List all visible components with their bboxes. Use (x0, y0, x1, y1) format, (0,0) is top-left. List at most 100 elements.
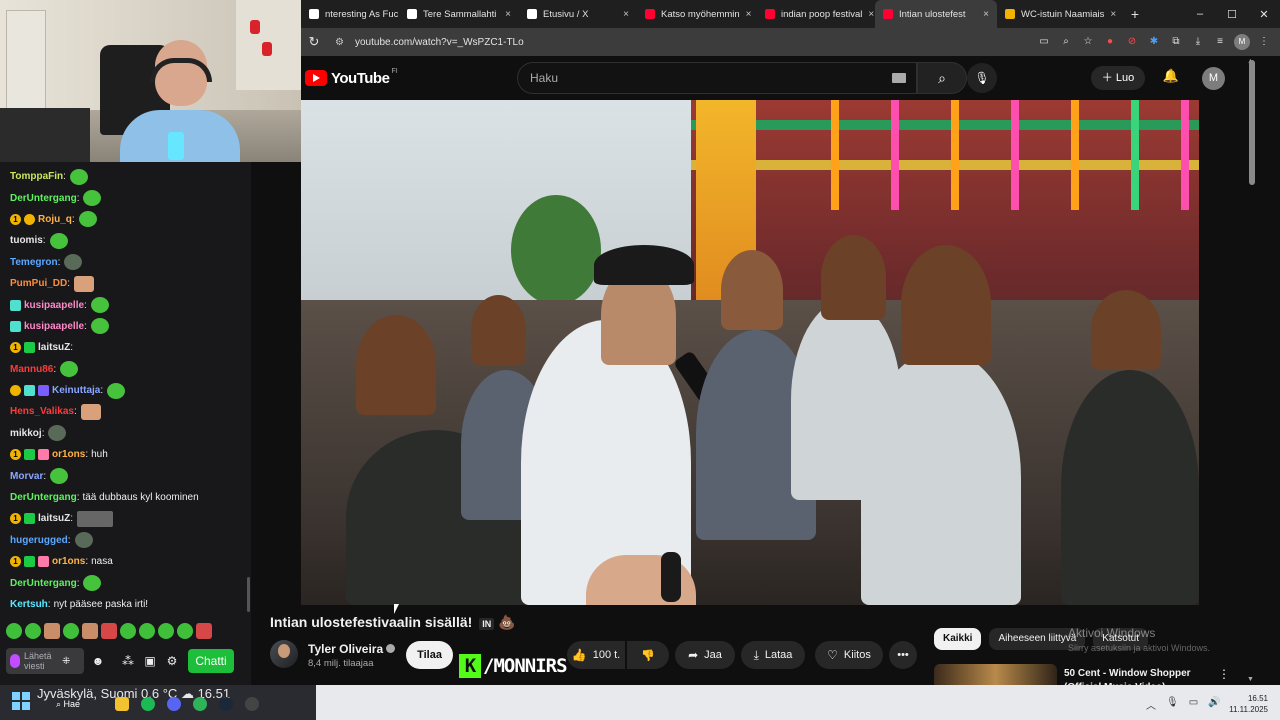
tab-close-icon[interactable]: × (1104, 9, 1116, 20)
chat-input[interactable]: Lähetä viesti ⁜ (6, 648, 84, 674)
chat-username[interactable]: kusipaapelle (24, 300, 84, 311)
chat-badge-icon[interactable] (24, 556, 35, 568)
site-info-icon[interactable]: ⚙ (335, 37, 347, 48)
like-button[interactable]: 👍 100 t. (567, 641, 625, 669)
media-icon[interactable]: ≡ (1212, 34, 1228, 50)
minimize-button[interactable]: – (1184, 8, 1216, 21)
spotify-icon[interactable] (141, 697, 155, 711)
chat-badge-icon[interactable]: 1 (10, 342, 21, 354)
gif-icon[interactable]: ⁜ (62, 656, 70, 667)
chat-username[interactable]: DerUntergang (10, 492, 77, 503)
chat-username[interactable]: Roju_q (38, 214, 72, 225)
chat-badge-icon[interactable] (24, 449, 35, 461)
share-button[interactable]: ➦ Jaa (675, 641, 735, 669)
chat-username[interactable]: DerUntergang (10, 578, 77, 589)
emote-icon[interactable] (44, 623, 60, 639)
browser-tab[interactable]: Tere Sammallahti × (399, 0, 519, 28)
chat-username[interactable]: Kertsuh (10, 599, 48, 610)
chat-username[interactable]: Keinuttaja (52, 385, 100, 396)
tray-chevron-icon[interactable]: ︿ (1146, 697, 1156, 712)
tray-mic-icon[interactable]: 🎙 (1166, 697, 1179, 712)
tab-close-icon[interactable]: × (977, 9, 989, 20)
video-player[interactable] (301, 100, 1199, 605)
reload-icon[interactable]: ↻ (301, 34, 327, 50)
browser-tab[interactable]: WC-istuin Naamiais × (997, 0, 1123, 28)
zoom-icon[interactable]: ⌕ (1058, 34, 1074, 50)
discord-icon[interactable] (167, 697, 181, 711)
menu-kebab-icon[interactable]: ⋮ (1256, 34, 1272, 50)
settings-gear-icon[interactable]: ⚙ (164, 653, 180, 669)
dislike-button[interactable]: 👎 (627, 641, 669, 669)
chat-badge-icon[interactable] (38, 556, 49, 568)
extensions-puzzle-icon[interactable]: ⧉ (1168, 34, 1184, 50)
emote-icon[interactable] (6, 623, 22, 639)
emote-icon[interactable] (177, 623, 193, 639)
chat-badge-icon[interactable] (38, 449, 49, 461)
chat-badge-icon[interactable] (10, 299, 21, 311)
channel-avatar[interactable] (270, 640, 298, 668)
notifications-bell-icon[interactable]: 🔔 (1161, 68, 1181, 88)
subscribe-button[interactable]: Tilaa (406, 641, 453, 669)
chat-badge-icon[interactable] (24, 513, 35, 525)
chat-badge-icon[interactable] (10, 385, 21, 397)
download-icon[interactable]: ⤓ (1190, 34, 1206, 50)
gift-icon[interactable]: ▣ (142, 653, 158, 669)
bookmark-star-icon[interactable]: ☆ (1080, 34, 1096, 50)
download-button[interactable]: ⤓ Lataa (741, 641, 805, 669)
search-button[interactable]: ⌕ (917, 62, 967, 94)
taskbar-search[interactable]: ⌕ Hae (56, 699, 80, 710)
tab-close-icon[interactable]: × (862, 9, 874, 20)
emote-icon[interactable] (25, 623, 41, 639)
chat-username[interactable]: hugerugged (10, 535, 68, 546)
bits-icon[interactable]: ⁂ (120, 653, 136, 669)
taskbar-clock[interactable]: 16.51 11.11.2025 (1228, 693, 1268, 715)
network-icon[interactable]: ▭ (1189, 697, 1198, 712)
windows-start-icon[interactable] (12, 692, 30, 710)
tab-close-icon[interactable]: × (617, 9, 629, 20)
chat-badge-icon[interactable]: 1 (10, 513, 21, 525)
page-scrollbar[interactable] (1249, 60, 1255, 185)
emote-icon[interactable] (139, 623, 155, 639)
browser-tab[interactable]: indian poop festival × (757, 0, 875, 28)
voice-search-button[interactable]: 🎙 (967, 63, 997, 93)
browser-tab[interactable]: Etusivu / X × (519, 0, 637, 28)
chat-scrollbar[interactable] (247, 577, 250, 612)
chat-username[interactable]: Temegron (10, 257, 58, 268)
chat-send-button[interactable]: Chatti (188, 649, 234, 673)
emote-icon[interactable] (101, 623, 117, 639)
chat-username[interactable]: DerUntergang (10, 193, 77, 204)
chat-username[interactable]: TomppaFin (10, 171, 63, 182)
recommendation-menu-icon[interactable]: ⋮ (1218, 667, 1230, 681)
chat-username[interactable]: laitsuZ (38, 513, 70, 524)
close-window-button[interactable]: ✕ (1248, 8, 1280, 21)
chat-username[interactable]: Mannu86 (10, 364, 53, 375)
emoji-icon[interactable]: ☻ (90, 653, 106, 669)
more-actions-button[interactable]: ••• (889, 641, 917, 669)
chat-badge-icon[interactable]: 1 (10, 556, 21, 568)
chat-username[interactable]: Hens_Valikas (10, 406, 74, 417)
chat-username[interactable]: PumPui_DD (10, 278, 67, 289)
chat-username[interactable]: or1ons (52, 556, 85, 567)
chat-username[interactable]: kusipaapelle (24, 321, 84, 332)
chat-badge-icon[interactable] (24, 213, 35, 225)
browser-tab[interactable]: Katso myöhemmin × (637, 0, 757, 28)
extension-translate-icon[interactable]: ✱ (1146, 34, 1162, 50)
tab-close-icon[interactable]: × (499, 9, 511, 20)
steam-icon[interactable] (219, 697, 233, 711)
chat-username[interactable]: or1ons (52, 449, 85, 460)
thanks-button[interactable]: ♡ Kiitos (815, 641, 883, 669)
youtube-logo[interactable]: YouTube FI (305, 68, 398, 87)
emote-icon[interactable] (196, 623, 212, 639)
obs-icon[interactable] (245, 697, 259, 711)
extension-red-icon[interactable]: ● (1102, 34, 1118, 50)
chat-username[interactable]: Morvar (10, 471, 43, 482)
filter-chip[interactable]: Kaikki (934, 628, 982, 650)
chat-badge-icon[interactable] (24, 385, 35, 397)
emote-icon[interactable] (120, 623, 136, 639)
browser-tab[interactable]: Intian ulostefest × (875, 0, 997, 28)
chat-badge-icon[interactable] (10, 320, 21, 332)
maximize-button[interactable]: ☐ (1216, 8, 1248, 21)
chat-badge-icon[interactable]: 1 (10, 213, 21, 225)
chat-username[interactable]: tuomis (10, 235, 43, 246)
chat-badge-icon[interactable]: 1 (10, 449, 21, 461)
